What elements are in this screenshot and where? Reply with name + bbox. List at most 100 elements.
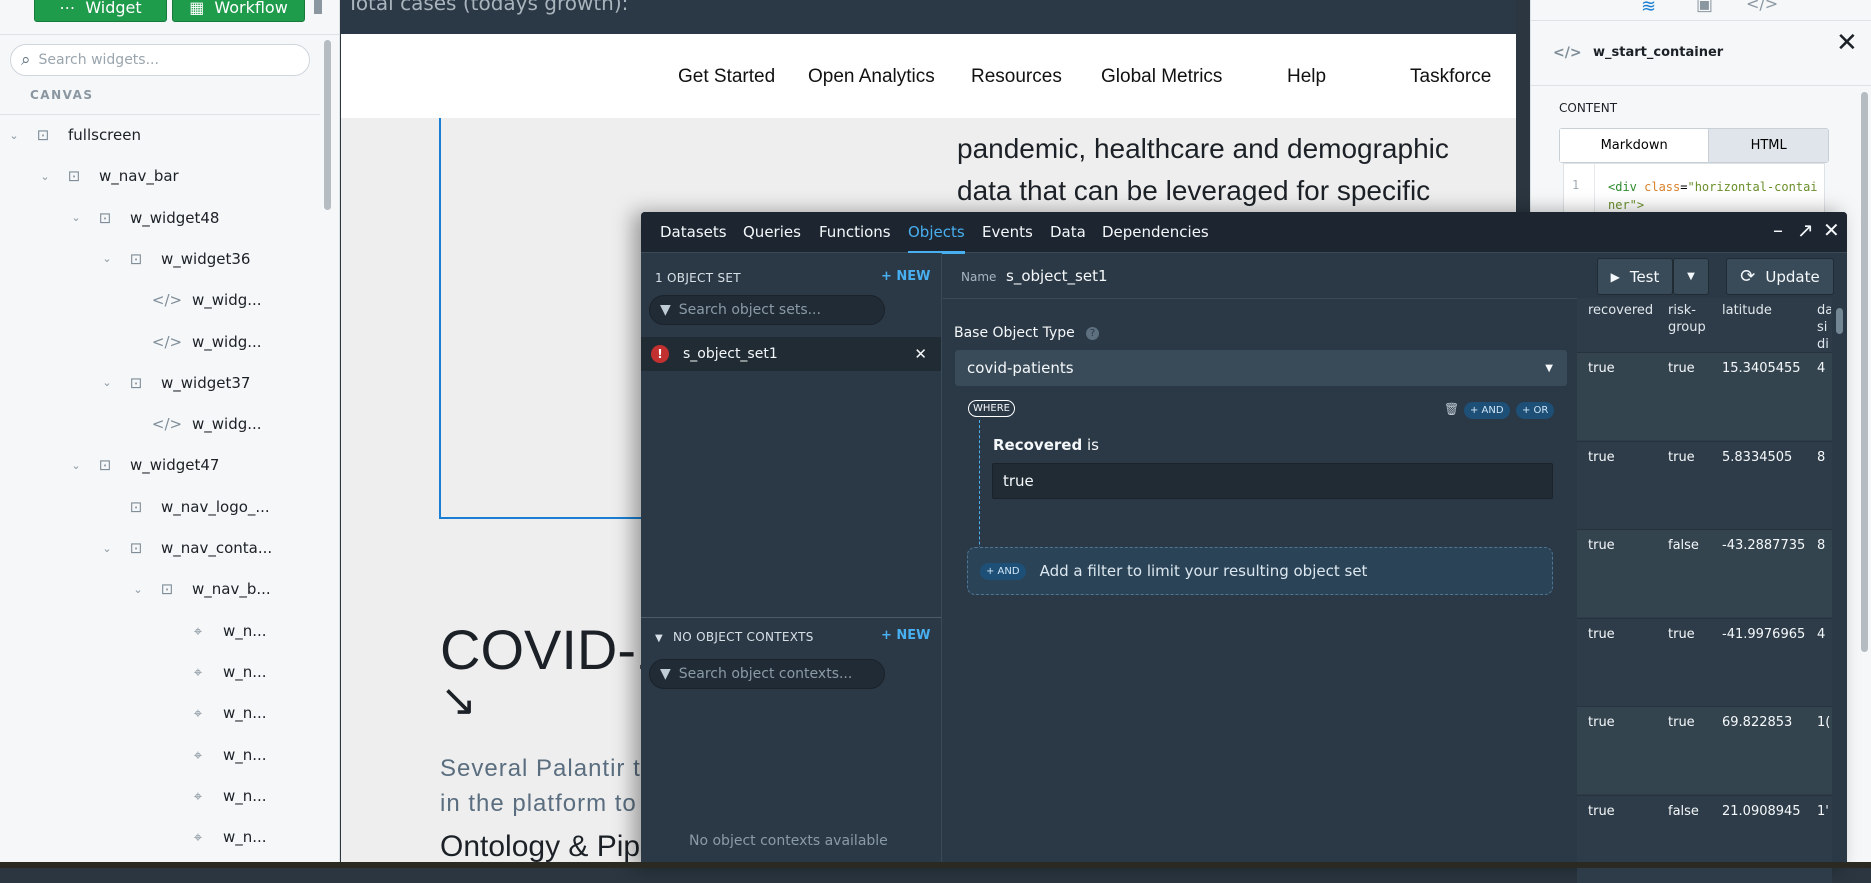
column-header[interactable]: da si di xyxy=(1817,302,1831,353)
tab-data[interactable]: Data xyxy=(1050,223,1086,241)
tree-item-label: w_widget37 xyxy=(161,374,250,392)
expand-icon[interactable]: ↗ xyxy=(1797,218,1814,242)
object-set-name-field[interactable]: s_object_set1 xyxy=(1006,267,1108,285)
column-header[interactable]: risk- group xyxy=(1668,302,1706,336)
scrollbar[interactable] xyxy=(324,40,331,210)
chevron-down-icon[interactable]: ⌄ xyxy=(33,170,57,183)
code-icon[interactable]: </> xyxy=(1746,0,1778,13)
table-row[interactable]: truetrue69.8228531( xyxy=(1577,706,1832,794)
layers-icon[interactable]: ≋ xyxy=(1641,0,1656,17)
tree-item[interactable]: ⌖w_n... xyxy=(157,616,267,646)
divider xyxy=(0,34,340,35)
add-widget-button[interactable]: ⋯Widget xyxy=(34,0,167,22)
table-row[interactable]: truefalse-43.28877358 xyxy=(1577,529,1832,617)
page-icon[interactable]: ▣ xyxy=(1696,0,1713,15)
chevron-down-icon[interactable]: ⌄ xyxy=(95,542,119,555)
add-and-button[interactable]: + AND xyxy=(1464,402,1510,419)
tab-events[interactable]: Events xyxy=(982,223,1033,241)
tab-datasets[interactable]: Datasets xyxy=(660,223,727,241)
table-row[interactable]: truetrue5.83345058 xyxy=(1577,441,1832,529)
code-widget-icon: </> xyxy=(150,291,184,309)
remove-icon[interactable]: ✕ xyxy=(914,345,927,363)
collapse-handle[interactable] xyxy=(314,0,322,14)
widget-icon: ⋯ xyxy=(59,0,75,17)
tree-item[interactable]: ⌄⊡fullscreen xyxy=(2,120,141,150)
chevron-down-icon[interactable]: ⌄ xyxy=(64,459,88,472)
tab-functions[interactable]: Functions xyxy=(819,223,891,241)
tree-item[interactable]: ⌄⊡w_nav_bar xyxy=(33,161,179,191)
chevron-down-icon[interactable]: ⌄ xyxy=(64,211,88,224)
tab-queries[interactable]: Queries xyxy=(743,223,801,241)
chevron-down-icon[interactable]: ⌄ xyxy=(126,583,150,596)
add-or-button[interactable]: + OR xyxy=(1516,402,1554,419)
and-badge: + AND xyxy=(980,563,1026,580)
intro-paragraph-line: pandemic, healthcare and demographic xyxy=(957,133,1449,165)
trash-icon[interactable]: 🗑 xyxy=(1444,402,1459,416)
tree-item[interactable]: </>w_widg... xyxy=(126,327,262,357)
nav-link-taskforce[interactable]: Taskforce xyxy=(1410,66,1491,88)
tree-item[interactable]: ⌄⊡w_widget47 xyxy=(64,450,219,480)
nav-link-open-analytics[interactable]: Open Analytics xyxy=(808,66,935,88)
help-icon[interactable]: ? xyxy=(1086,327,1099,340)
tree-item[interactable]: ⌖w_n... xyxy=(157,740,267,770)
close-icon[interactable]: ✕ xyxy=(1823,218,1840,242)
play-icon: ▶ xyxy=(1611,270,1620,284)
nav-link-get-started[interactable]: Get Started xyxy=(678,66,775,88)
nav-link-global-metrics[interactable]: Global Metrics xyxy=(1101,66,1222,88)
markdown-mode-button[interactable]: Markdown xyxy=(1560,129,1708,162)
test-options-dropdown[interactable]: ▼ xyxy=(1673,258,1709,295)
add-filter-zone[interactable]: + ANDAdd a filter to limit your resultin… xyxy=(967,547,1553,595)
tree-item[interactable]: ⌄⊡w_nav_conta... xyxy=(95,533,272,563)
dialog-tab-bar: Datasets Queries Functions Objects Event… xyxy=(641,212,1847,253)
table-row[interactable]: truetrue15.34054554 xyxy=(1577,352,1832,440)
scrollbar[interactable] xyxy=(1836,308,1843,334)
tree-item-label: w_widg... xyxy=(192,291,262,309)
chevron-down-icon[interactable]: ⌄ xyxy=(2,129,26,142)
tree-item[interactable]: ⌄⊡w_nav_b... xyxy=(126,574,271,604)
filter-value-input[interactable]: true xyxy=(992,463,1553,499)
tree-item[interactable]: ⌄⊡w_widget48 xyxy=(64,203,219,233)
tree-item[interactable]: </>w_widg... xyxy=(126,409,262,439)
bottom-edge xyxy=(0,862,1871,868)
caret-down-icon: ▼ xyxy=(655,633,663,644)
nav-link-help[interactable]: Help xyxy=(1287,66,1326,88)
tree-item[interactable]: ⊡w_nav_logo_... xyxy=(95,492,270,522)
object-set-item[interactable]: ! s_object_set1 ✕ xyxy=(641,337,941,371)
tree-item[interactable]: ⌖w_n... xyxy=(157,781,267,811)
select-widget-icon: ⌖ xyxy=(181,622,215,640)
tree-item[interactable]: </> w_widg... xyxy=(126,285,262,315)
tree-item-label: w_n... xyxy=(223,663,267,681)
divider xyxy=(943,298,1577,299)
search-object-sets-input[interactable]: ▼Search object sets... xyxy=(649,295,885,325)
tab-objects[interactable]: Objects xyxy=(908,223,965,241)
chevron-down-icon[interactable]: ⌄ xyxy=(95,252,119,265)
minimize-icon[interactable]: – xyxy=(1773,218,1783,242)
search-object-contexts-input[interactable]: ▼Search object contexts... xyxy=(649,659,885,689)
tree-item[interactable]: ⌄⊡w_widget37 xyxy=(95,368,250,398)
nav-link-resources[interactable]: Resources xyxy=(971,66,1062,88)
test-button[interactable]: ▶Test xyxy=(1597,258,1673,295)
tab-dependencies[interactable]: Dependencies xyxy=(1102,223,1209,241)
tree-item-label: w_widget47 xyxy=(130,456,219,474)
filter-label: Recovered is xyxy=(993,436,1099,454)
tree-item[interactable]: ⌖w_n... xyxy=(157,698,267,728)
search-widgets-input[interactable]: ⌕Search widgets... xyxy=(10,44,310,76)
tree-item-label: w_n... xyxy=(223,704,267,722)
base-object-type-select[interactable]: covid-patients▼ xyxy=(955,350,1567,386)
close-icon[interactable]: ✕ xyxy=(1836,28,1858,58)
scrollbar[interactable] xyxy=(1861,92,1868,652)
add-workflow-button[interactable]: ▦Workflow xyxy=(172,0,305,22)
table-row[interactable]: truefalse21.09089451' xyxy=(1577,795,1832,883)
html-mode-button[interactable]: HTML xyxy=(1708,129,1828,162)
new-object-set-button[interactable]: + NEW xyxy=(881,269,931,284)
tree-item[interactable]: ⌄⊡w_widget36 xyxy=(95,244,250,274)
column-header[interactable]: recovered xyxy=(1588,302,1653,319)
new-object-context-button[interactable]: + NEW xyxy=(881,628,931,643)
table-row[interactable]: truetrue-41.99769654 xyxy=(1577,618,1832,706)
tree-item[interactable]: ⌖w_n... xyxy=(157,822,267,852)
tree-item[interactable]: ⌖w_n... xyxy=(157,657,267,687)
container-widget-icon: ⊡ xyxy=(150,580,184,598)
update-button[interactable]: ⟳Update xyxy=(1726,258,1834,295)
column-header[interactable]: latitude xyxy=(1722,302,1772,319)
chevron-down-icon[interactable]: ⌄ xyxy=(95,376,119,389)
